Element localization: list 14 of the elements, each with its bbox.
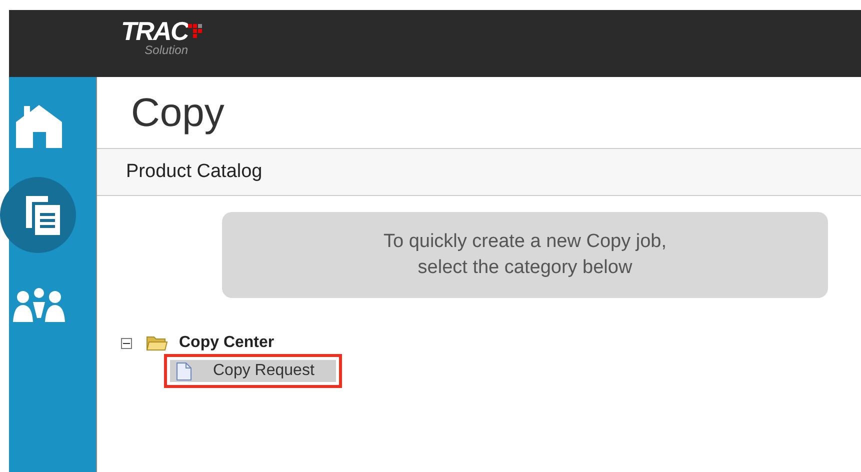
tree-folder-label[interactable]: Copy Center [179,331,274,355]
home-icon [16,102,62,148]
section-heading: Product Catalog [126,160,262,184]
tree-item[interactable]: Copy Request [170,360,336,382]
logo-subtitle: Solution [144,44,188,56]
logo-text: TRAC [121,18,188,44]
logo-squares-icon [188,22,202,38]
hint-text: select the category below [418,256,632,280]
folder-icon [146,335,168,351]
page-title: Copy [130,90,226,137]
document-icon [176,362,192,380]
people-icon [13,288,65,322]
collapse-toggle[interactable] [121,338,132,348]
hint-text: To quickly create a new Copy job, [383,230,667,254]
